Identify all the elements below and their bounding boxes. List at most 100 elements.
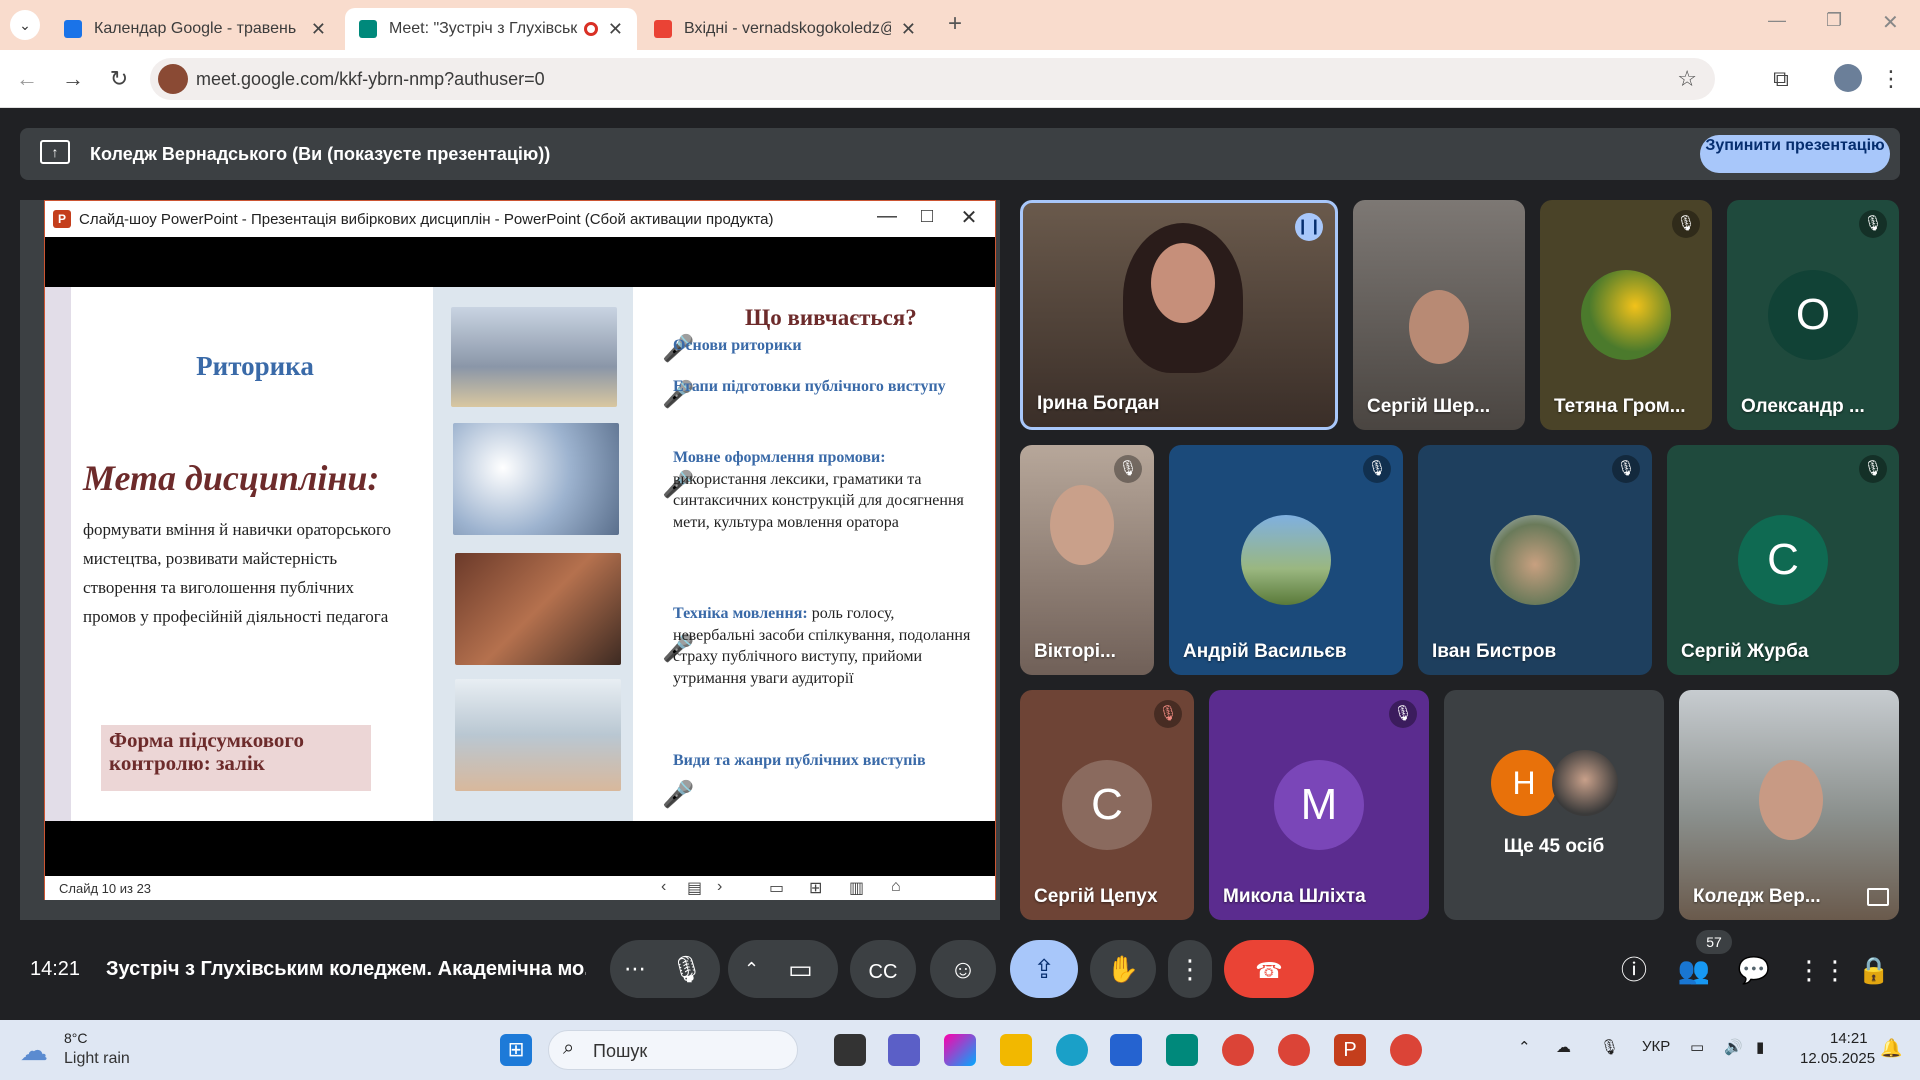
slide-menu-icon[interactable]: ▤	[687, 878, 702, 898]
stop-presenting-button[interactable]: Зупинити презентацію	[1700, 135, 1890, 173]
more-options-button[interactable]: ⋮	[1168, 940, 1212, 998]
meeting-info-icon[interactable]: ⓘ	[1616, 952, 1652, 988]
tray-time[interactable]: 14:21	[1830, 1030, 1868, 1047]
mic-off-icon: 🎙	[1859, 455, 1887, 483]
self-view-tile[interactable]: Коледж Вер...	[1679, 690, 1899, 920]
site-info-icon[interactable]	[158, 64, 188, 94]
close-tab-icon[interactable]: ✕	[311, 19, 326, 40]
battery-icon[interactable]: ▮	[1756, 1038, 1764, 1056]
reading-view-icon[interactable]: ▥	[849, 878, 864, 898]
host-controls-icon[interactable]: 🔒	[1856, 952, 1892, 988]
tab-calendar[interactable]: Календар Google - травень 20 ✕	[50, 8, 340, 50]
participant-tile[interactable]: 🎙 Іван Бистров	[1418, 445, 1652, 675]
meet-app-icon[interactable]	[888, 1034, 920, 1066]
chrome-icon[interactable]	[1222, 1034, 1254, 1066]
store-icon[interactable]	[1110, 1034, 1142, 1066]
close-icon[interactable]: ✕	[949, 205, 989, 230]
browser-menu-icon[interactable]: ⋮	[1876, 64, 1906, 94]
present-screen-icon: ⇪	[1033, 954, 1055, 984]
meet-icon	[359, 20, 377, 38]
start-icon[interactable]: ⊞	[500, 1034, 532, 1066]
close-tab-icon[interactable]: ✕	[901, 19, 916, 40]
participant-name: Андрій Васильєв	[1183, 641, 1347, 662]
microphone-icon[interactable]: 🎙	[670, 940, 703, 998]
search-icon: ⌕	[563, 1037, 575, 1059]
close-window-icon[interactable]: ✕	[1882, 10, 1899, 35]
powerpoint-statusbar: Слайд 10 из 23 ‹ ▤ › ▭ ⊞ ▥ ⌂	[45, 876, 995, 900]
meet-taskbar-icon[interactable]	[1166, 1034, 1198, 1066]
participant-tile[interactable]: ❙❙ Ірина Богдан	[1020, 200, 1338, 430]
notification-bell-icon[interactable]: 🔔	[1880, 1038, 1902, 1059]
slide-sorter-icon[interactable]: ⊞	[809, 878, 822, 898]
meet-control-bar: 14:21 Зустріч з Глухівським коледжем. Ак…	[0, 930, 1920, 1010]
reactions-button[interactable]: ☺	[930, 940, 996, 998]
powerpoint-window-title: Слайд-шоу PowerPoint - Презентація вибір…	[79, 211, 774, 228]
participant-tile[interactable]: Сергій Шер...	[1353, 200, 1525, 430]
chrome-secondary-icon[interactable]	[1390, 1034, 1422, 1066]
restore-icon[interactable]: ❐	[1826, 10, 1842, 31]
minimize-icon[interactable]: —	[867, 205, 907, 228]
extensions-icon[interactable]: ⧉	[1766, 64, 1796, 94]
emoji-icon: ☺	[949, 954, 977, 984]
camera-icon[interactable]: ▭	[788, 940, 813, 998]
pin-self-icon[interactable]	[1867, 888, 1889, 906]
display-icon[interactable]: ▭	[1690, 1038, 1704, 1056]
tray-date[interactable]: 12.05.2025	[1800, 1050, 1875, 1067]
mic-off-icon: 🎙	[1114, 455, 1142, 483]
new-tab-button[interactable]: +	[948, 10, 962, 38]
participant-avatar: Н	[1491, 750, 1557, 816]
tab-gmail[interactable]: Вхідні - vernadskogokoledz@g ✕	[640, 8, 930, 50]
meeting-title: Зустріч з Глухівським коледжем. Академіч…	[106, 958, 586, 980]
reload-icon[interactable]: ↻	[104, 64, 134, 94]
more-vert-icon: ⋮	[1177, 954, 1203, 984]
participant-tile[interactable]: С 🎙 Сергій Цепух	[1020, 690, 1194, 920]
participant-tile[interactable]: М 🎙 Микола Шліхта	[1209, 690, 1429, 920]
edge-icon[interactable]	[1056, 1034, 1088, 1066]
more-participants-tile[interactable]: Н Ще 45 осіб	[1444, 690, 1664, 920]
present-button[interactable]: ⇪	[1010, 940, 1078, 998]
more-audio-options-icon[interactable]: ⋯	[624, 940, 646, 998]
omnibox[interactable]: meet.google.com/kkf-ybrn-nmp?authuser=0 …	[150, 58, 1715, 100]
participant-tile[interactable]: 🎙 Вікторі...	[1020, 445, 1154, 675]
url-text[interactable]: meet.google.com/kkf-ybrn-nmp?authuser=0	[196, 69, 545, 90]
participant-tile[interactable]: 🎙 Тетяна Гром...	[1540, 200, 1712, 430]
participant-avatar	[1552, 750, 1618, 816]
goal-text: формувати вміння й навички ораторського …	[83, 520, 392, 626]
input-language[interactable]: УКР	[1642, 1038, 1670, 1055]
volume-icon[interactable]: 🔊	[1724, 1038, 1743, 1056]
task-view-icon[interactable]	[834, 1034, 866, 1066]
slideshow-icon[interactable]: ⌂	[891, 878, 901, 896]
copilot-icon[interactable]	[944, 1034, 976, 1066]
chevron-up-icon[interactable]: ⌃	[744, 940, 759, 998]
activities-icon[interactable]: ⋮⋮	[1796, 952, 1848, 988]
captions-button[interactable]: CC	[850, 940, 916, 998]
tab-meet[interactable]: Meet: "Зустріч з Глухівськи ✕	[345, 8, 637, 50]
taskbar-search[interactable]: ⌕ Пошук	[548, 1030, 798, 1070]
participant-tile[interactable]: О 🎙 Олександр ...	[1727, 200, 1899, 430]
participant-avatar	[1241, 515, 1331, 605]
microphone-tray-icon[interactable]: 🎙	[1600, 1038, 1619, 1056]
normal-view-icon[interactable]: ▭	[769, 878, 784, 898]
close-tab-icon[interactable]: ✕	[608, 19, 623, 40]
audience-photo	[455, 679, 621, 791]
people-icon[interactable]: 👥	[1676, 952, 1712, 988]
previous-slide-icon[interactable]: ‹	[661, 878, 666, 896]
back-icon[interactable]: ←	[12, 64, 42, 94]
bookmark-star-icon[interactable]: ☆	[1677, 66, 1697, 92]
network-icon[interactable]: ☁	[1556, 1038, 1571, 1056]
participant-tile[interactable]: С 🎙 Сергій Журба	[1667, 445, 1899, 675]
profile-avatar[interactable]	[1834, 64, 1862, 92]
leave-call-button[interactable]: ☎	[1224, 940, 1314, 998]
tab-search-button[interactable]: ⌄	[10, 10, 40, 40]
maximize-icon[interactable]: □	[907, 205, 947, 228]
participant-tile[interactable]: 🎙 Андрій Васильєв	[1169, 445, 1403, 675]
chrome-profile-icon[interactable]	[1278, 1034, 1310, 1066]
chat-icon[interactable]: 💬	[1736, 952, 1772, 988]
next-slide-icon[interactable]: ›	[717, 878, 722, 896]
powerpoint-taskbar-icon[interactable]: P	[1334, 1034, 1366, 1066]
file-explorer-icon[interactable]	[1000, 1034, 1032, 1066]
forward-icon[interactable]: →	[58, 64, 88, 94]
raise-hand-button[interactable]: ✋	[1090, 940, 1156, 998]
minimize-icon[interactable]: —	[1768, 10, 1786, 31]
chevron-up-icon[interactable]: ⌃	[1518, 1038, 1531, 1056]
